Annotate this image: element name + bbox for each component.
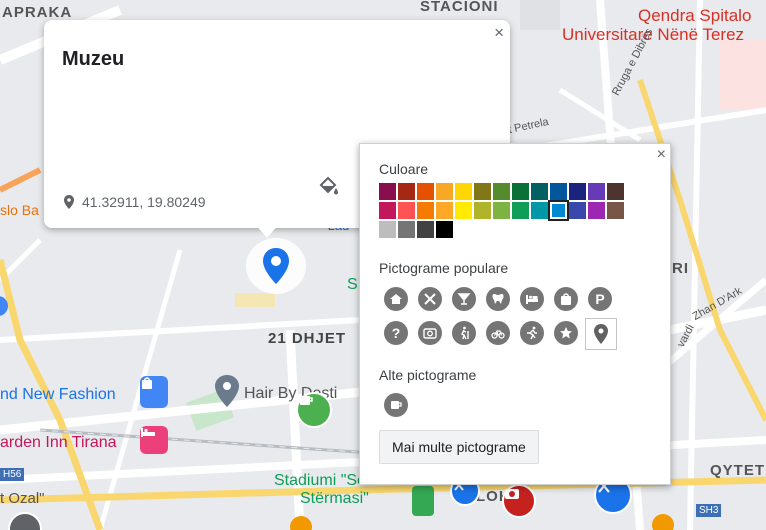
colors-heading: Culoare [379,161,429,177]
color-swatch[interactable] [588,183,605,200]
cafe-poi-icon[interactable] [296,392,332,428]
close-icon[interactable]: × [657,146,666,164]
color-swatch[interactable] [455,202,472,219]
color-swatch[interactable] [569,202,586,219]
map-label: RI [672,260,689,277]
color-swatch[interactable] [493,202,510,219]
popular-icons-row: ? [384,318,617,350]
color-swatch[interactable] [398,221,415,238]
other-icons-heading: Alte pictograme [379,367,477,383]
color-swatch-row [379,221,626,238]
cycling-icon[interactable] [486,321,510,345]
color-swatch[interactable] [474,202,491,219]
map-label: STACIONI [420,0,499,15]
color-swatch[interactable] [379,202,396,219]
map-label: Stërmasi" [300,490,369,507]
color-swatch-row [379,200,626,221]
color-swatch[interactable] [417,183,434,200]
more-icons-button[interactable]: Mai multe pictograme [379,430,539,464]
color-swatch[interactable] [417,221,434,238]
map-label: slo Ba [0,202,39,218]
dental-icon[interactable] [486,287,510,311]
pin-icon-selected[interactable] [585,318,617,350]
camera-poi-icon[interactable] [502,484,536,518]
selected-marker[interactable] [246,238,306,294]
map-label: S [347,276,358,293]
help-icon[interactable]: ? [384,321,408,345]
running-icon[interactable] [520,321,544,345]
dot-poi-icon[interactable] [652,514,674,530]
map-label: QYTET [710,462,766,479]
color-swatch[interactable] [398,183,415,200]
close-icon[interactable]: × [494,23,504,43]
coordinates-text: 41.32911, 19.80249 [82,194,206,210]
bar-icon[interactable] [452,287,476,311]
color-swatch[interactable] [550,183,567,200]
paint-bucket-icon[interactable] [318,176,340,201]
color-swatch[interactable] [379,221,396,238]
color-swatch[interactable] [512,202,529,219]
info-window-tail [255,224,279,238]
color-swatch[interactable] [607,202,624,219]
color-swatch[interactable] [398,202,415,219]
color-swatch[interactable] [531,183,548,200]
color-swatch-row [379,183,626,200]
home-icon[interactable] [384,287,408,311]
place-title: Muzeu [62,48,125,70]
star-icon[interactable] [554,321,578,345]
popular-icons-heading: Pictograme populare [379,260,509,276]
color-swatch[interactable] [474,183,491,200]
map-label: 21 DHJET [268,330,347,347]
map-label: APRAKA [2,4,73,21]
color-swatch[interactable] [455,183,472,200]
map-pin-icon [263,248,289,284]
map-label: SH3 [696,504,722,517]
color-swatch[interactable] [436,202,453,219]
map-label: t Ozal" [0,490,45,507]
parking-icon[interactable]: P [588,287,612,311]
color-swatch[interactable] [379,183,396,200]
color-swatch[interactable] [569,183,586,200]
color-swatch[interactable] [588,202,605,219]
restaurant-icon[interactable] [418,287,442,311]
shopping-icon[interactable] [554,287,578,311]
hotel-icon[interactable] [520,287,544,311]
color-swatch[interactable] [512,183,529,200]
color-swatch[interactable] [607,183,624,200]
map-label: nd New Fashion [0,386,116,403]
location-pin-icon [64,195,74,209]
popular-icons-row: P [384,287,622,311]
style-picker-popup: × Culoare Pictograme populare P ? Alte p… [359,143,671,485]
park-poi-icon[interactable] [412,486,434,516]
coffee-icon[interactable] [384,393,408,417]
hiking-icon[interactable] [452,321,476,345]
other-icons-row [384,393,418,417]
map-label: arden Inn Tirana [0,434,117,451]
shopping-poi-icon[interactable] [140,376,168,408]
map-label: Qendra Spitalo [638,6,752,25]
color-swatch[interactable] [436,183,453,200]
pin-icon [594,324,608,344]
color-swatch[interactable] [531,202,548,219]
place-pin-icon[interactable] [214,374,240,408]
color-swatch-grid [379,183,626,240]
color-swatch[interactable] [417,202,434,219]
hotel-poi-icon[interactable] [140,426,168,454]
color-swatch[interactable] [493,183,510,200]
camera-icon[interactable] [418,321,442,345]
color-swatch[interactable] [548,200,569,221]
map-label: H56 [0,468,25,481]
place-coordinates: 41.32911, 19.80249 [64,194,206,210]
color-swatch[interactable] [436,221,453,238]
